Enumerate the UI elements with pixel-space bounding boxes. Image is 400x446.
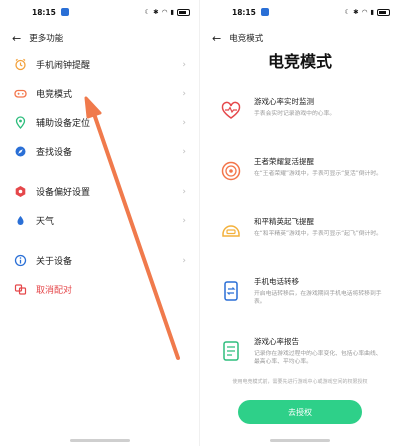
feature-name: 手机电话转移 (254, 277, 299, 286)
chevron-right-icon: › (182, 255, 186, 266)
home-indicator[interactable] (70, 439, 130, 442)
wifi-icon: ◠ (161, 8, 168, 16)
menu-find-device[interactable]: 查找设备 › (0, 137, 200, 166)
status-bar: 18:15 ☾ ✱ ◠ ▮ (200, 0, 400, 24)
wifi-icon: ◠ (361, 8, 368, 16)
menu-weather[interactable]: 天气 › (0, 206, 200, 235)
page-header: ← 电竞模式 (200, 28, 400, 48)
phone-transfer-icon (224, 281, 238, 301)
feature-item: 游戏心率报告 记录你在游戏过程中的心率变化、包括心率曲线、最高心率、平均心率。 (220, 336, 386, 396)
page-header: ← 更多功能 (0, 28, 200, 48)
hero-title: 电竞模式 (267, 52, 332, 71)
signal-icon: ▮ (170, 8, 174, 16)
feature-desc: 记录你在游戏过程中的心率变化、包括心率曲线、最高心率、平均心率。 (254, 351, 382, 365)
feature-list: 游戏心率实时监测 手表会实时记录游戏中的心率。 王者荣耀复活提醒 在“王者荣耀”… (220, 96, 386, 396)
chevron-right-icon: › (182, 146, 186, 157)
authorize-button[interactable]: 去授权 (238, 400, 362, 424)
menu-label: 取消配对 (36, 286, 73, 296)
section-divider (0, 235, 200, 246)
menu-label: 设备偏好设置 (36, 188, 91, 198)
feature-item: 手机电话转移 开启电话转移后，在游戏期间手机电话将转移到手表。 (220, 276, 386, 336)
battery-icon (377, 8, 390, 16)
alarm-icon (14, 58, 27, 71)
menu-label: 查找设备 (36, 148, 73, 158)
feature-item: 和平精英起飞提醒 在“和平精英”游戏中，手表可显示“起飞”倒计时。 (220, 216, 386, 276)
feature-name: 和平精英起飞提醒 (254, 217, 314, 226)
menu-label: 天气 (36, 217, 55, 227)
feature-name: 游戏心率实时监测 (254, 97, 314, 106)
gamepad-icon (14, 87, 27, 100)
moon-icon: ☾ (344, 8, 351, 16)
home-indicator[interactable] (270, 439, 330, 442)
system-icons: ☾ ✱ ◠ ▮ (144, 8, 190, 16)
status-bar: 18:15 ☾ ✱ ◠ ▮ (0, 0, 200, 24)
battery-icon (177, 8, 190, 16)
menu-about[interactable]: 关于设备 › (0, 246, 200, 275)
chevron-right-icon: › (182, 117, 186, 128)
chevron-right-icon: › (182, 215, 186, 226)
chevron-right-icon: › (182, 59, 186, 70)
bluetooth-icon: ✱ (353, 8, 359, 16)
target-icon (221, 161, 241, 181)
signal-icon: ▮ (370, 8, 374, 16)
menu-label: 关于设备 (36, 257, 73, 267)
feature-desc: 在“王者荣耀”游戏中，手表可显示“复活”倒计时。 (254, 171, 382, 177)
menu-preferences[interactable]: 设备偏好设置 › (0, 177, 200, 206)
status-time: 18:15 (232, 7, 256, 17)
report-icon (223, 341, 239, 361)
menu-label: 电竞模式 (36, 90, 73, 100)
heart-icon (221, 101, 241, 119)
feature-name: 王者荣耀复活提醒 (254, 157, 314, 166)
menu-esports-mode[interactable]: 电竞模式 › (0, 79, 200, 108)
chevron-right-icon: › (182, 186, 186, 197)
menu-label: 辅助设备定位 (36, 119, 91, 129)
menu-unpair[interactable]: 取消配对 (0, 275, 200, 304)
helmet-icon (222, 225, 240, 237)
feature-desc: 开启电话转移后，在游戏期间手机电话将转移到手表。 (254, 291, 382, 305)
section-divider (0, 166, 200, 177)
back-arrow-icon[interactable]: ← (212, 33, 221, 44)
app-badge-icon (60, 8, 69, 16)
feature-name: 游戏心率报告 (254, 337, 299, 346)
back-arrow-icon[interactable]: ← (12, 33, 21, 44)
esports-mode-screen: 18:15 ☾ ✱ ◠ ▮ ← 电竞模式 电竞模式 游戏心率实时监测 手表会实时… (200, 0, 400, 446)
feature-menu: 手机闹钟提醒 › 电竞模式 › 辅助设备定位 › 查找设备 › 设备偏好设置 ›… (0, 50, 200, 304)
app-badge-icon (260, 8, 269, 16)
feature-desc: 手表会实时记录游戏中的心率。 (254, 111, 336, 117)
chevron-right-icon: › (182, 88, 186, 99)
menu-alarm-sync[interactable]: 手机闹钟提醒 › (0, 50, 200, 79)
location-icon (14, 116, 27, 129)
menu-label: 手机闹钟提醒 (36, 61, 91, 71)
info-icon (14, 254, 27, 267)
compass-icon (14, 145, 27, 158)
unpair-icon (14, 283, 27, 296)
menu-device-locate[interactable]: 辅助设备定位 › (0, 108, 200, 137)
bluetooth-icon: ✱ (153, 8, 159, 16)
feature-item: 王者荣耀复活提醒 在“王者荣耀”游戏中，手表可显示“复活”倒计时。 (220, 156, 386, 216)
permission-note: 使用电竞模式前，需要先进行游戏中心或游戏空间的权限授权 (232, 379, 368, 385)
feature-item: 游戏心率实时监测 手表会实时记录游戏中的心率。 (220, 96, 386, 156)
page-title: 更多功能 (29, 34, 64, 44)
status-time: 18:15 (32, 7, 56, 17)
page-title: 电竞模式 (229, 34, 264, 44)
moon-icon: ☾ (144, 8, 151, 16)
hexagon-icon (14, 185, 27, 198)
weather-icon (14, 214, 27, 227)
system-icons: ☾ ✱ ◠ ▮ (344, 8, 390, 16)
feature-desc: 在“和平精英”游戏中，手表可显示“起飞”倒计时。 (254, 231, 382, 237)
more-features-screen: 18:15 ☾ ✱ ◠ ▮ ← 更多功能 手机闹钟提醒 › 电竞模式 › 辅助设… (0, 0, 200, 446)
